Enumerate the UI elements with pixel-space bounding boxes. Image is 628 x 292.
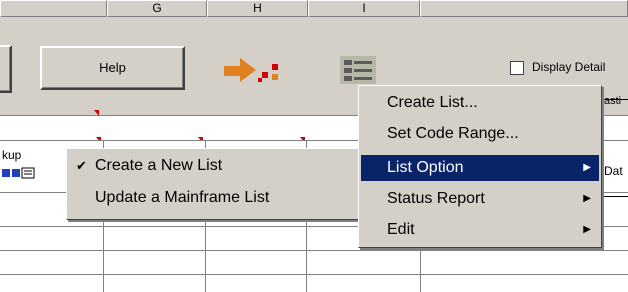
menu-item-label: Edit (387, 221, 415, 238)
submenu-arrow-icon: ▶ (583, 162, 591, 173)
partial-cell-text: kup (2, 148, 22, 162)
column-header-left-blank[interactable] (0, 0, 107, 17)
red-marker-icon (94, 110, 99, 116)
menu-item-label: Set Code Range... (387, 125, 519, 142)
column-header-i[interactable]: I (308, 0, 420, 17)
column-header-h[interactable]: H (207, 0, 308, 17)
submenu-item-update-mainframe-list[interactable]: Update a Mainframe List (69, 185, 359, 211)
partial-button-left[interactable] (0, 45, 12, 93)
list-option-submenu: ✔ Create a New List Update a Mainframe L… (66, 148, 362, 220)
menu-item-create-list[interactable]: Create List... (361, 90, 599, 116)
submenu-item-label: Create a New List (95, 157, 223, 174)
menu-item-label: Create List... (387, 94, 478, 111)
grid-row-line (0, 274, 628, 275)
menu-item-edit[interactable]: Edit ▶ (361, 217, 599, 243)
submenu-arrow-icon: ▶ (583, 224, 591, 235)
export-arrow-graphic (224, 58, 278, 82)
truncated-right-text: asti (604, 95, 622, 107)
display-details-label: Display Detail (532, 60, 606, 74)
menu-item-status-report[interactable]: Status Report ▶ (361, 186, 599, 212)
list-graphic (340, 56, 376, 84)
checkmark-icon: ✔ (76, 158, 87, 173)
column-header-right[interactable] (420, 0, 628, 17)
help-button-label: Help (99, 60, 126, 75)
menu-item-set-code-range[interactable]: Set Code Range... (361, 121, 599, 147)
partial-row-icons (2, 166, 52, 179)
menu-item-label: List Option (387, 159, 464, 176)
partial-cell-text-right: Dat (604, 164, 623, 178)
menu-item-list-option[interactable]: List Option ▶ (361, 155, 599, 181)
submenu-arrow-icon: ▶ (583, 193, 591, 204)
context-menu: Create List... Set Code Range... List Op… (358, 85, 602, 248)
export-arrow-icon[interactable] (222, 52, 284, 86)
column-header-g[interactable]: G (107, 0, 207, 17)
grid-row-line (0, 250, 628, 251)
row-icons-graphic (2, 167, 35, 179)
help-button[interactable]: Help (40, 46, 185, 90)
list-icon[interactable] (338, 54, 378, 86)
submenu-item-create-new-list[interactable]: ✔ Create a New List (69, 153, 359, 179)
menu-item-label: Status Report (387, 190, 485, 207)
submenu-item-label: Update a Mainframe List (95, 189, 270, 206)
display-details-checkbox[interactable] (510, 61, 524, 75)
